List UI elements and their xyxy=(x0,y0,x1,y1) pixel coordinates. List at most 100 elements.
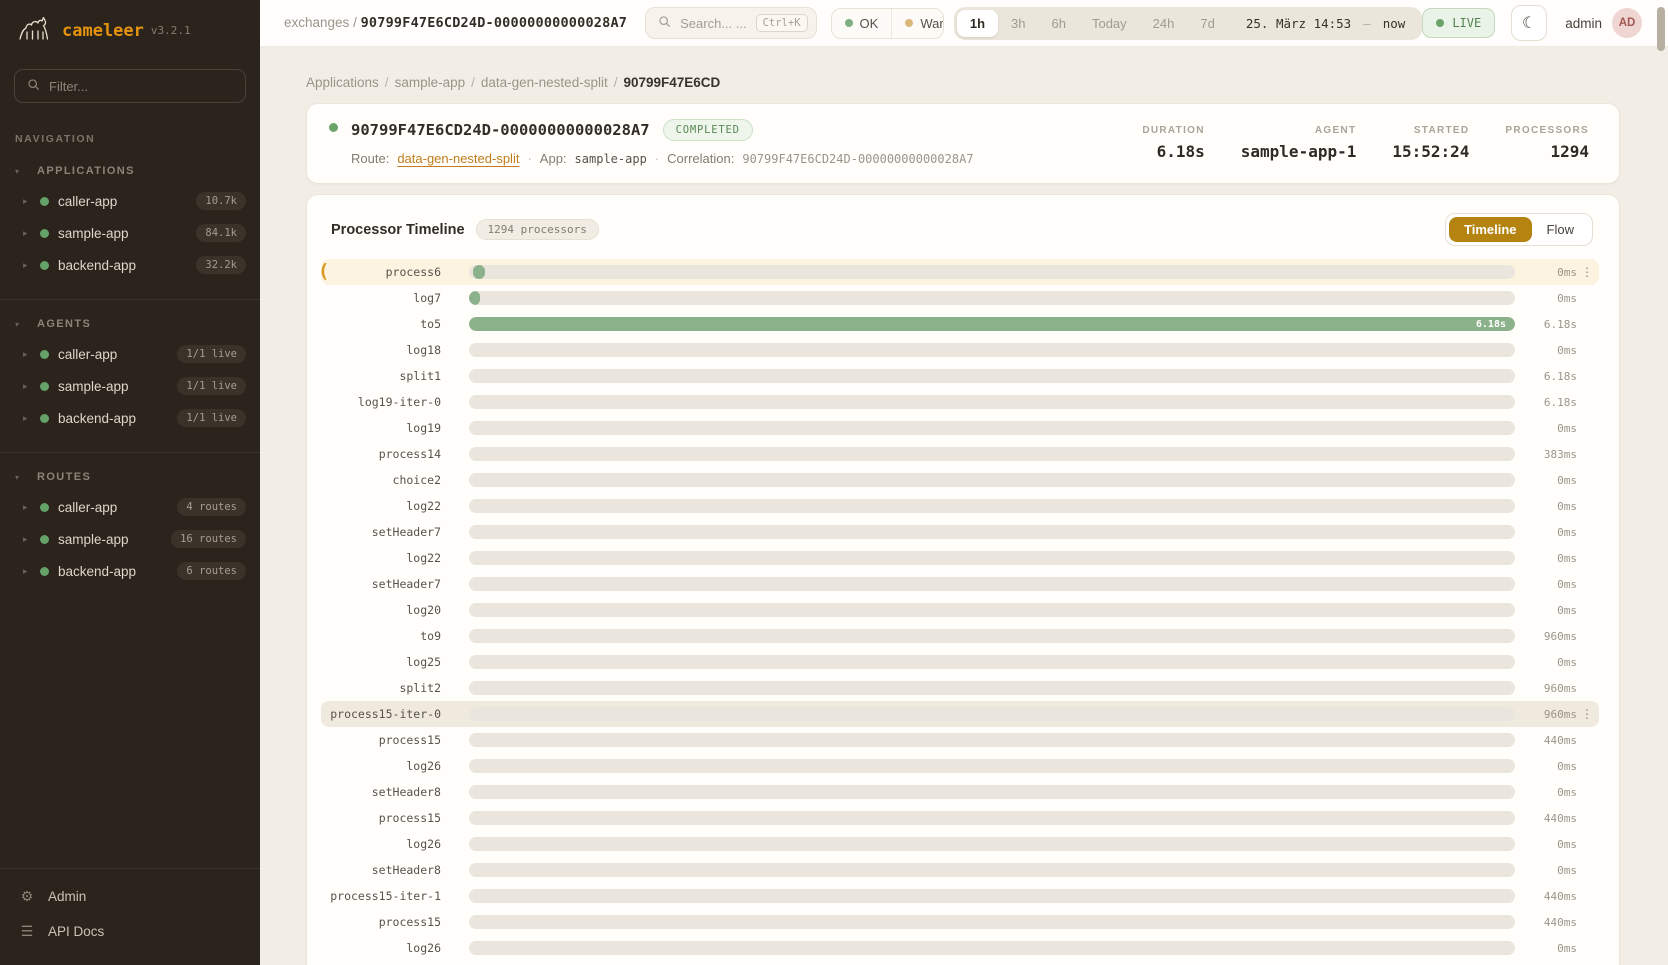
timeline-row[interactable]: log260ms xyxy=(321,831,1599,857)
section-header[interactable]: ▾AGENTS xyxy=(0,314,260,338)
count-badge: 6 routes xyxy=(177,562,246,580)
count-badge: 4 routes xyxy=(177,498,246,516)
processor-name: process15-iter-0 xyxy=(321,707,441,721)
duration-value: 440ms xyxy=(1529,890,1577,903)
sidebar-item-api-docs[interactable]: ☰ API Docs xyxy=(0,914,260,949)
search-input[interactable]: Search... ... Ctrl+K xyxy=(645,7,816,39)
sidebar-filter-input[interactable]: Filter... xyxy=(14,69,246,103)
filter-placeholder: Filter... xyxy=(49,79,88,94)
sidebar-sections: ▾APPLICATIONS▸caller-app10.7k▸sample-app… xyxy=(0,153,260,599)
time-end: now xyxy=(1383,16,1406,31)
timeline-row[interactable]: process15-iter-0960ms⋮ xyxy=(321,701,1599,727)
timeline-row[interactable]: to9960ms xyxy=(321,623,1599,649)
timeline-row[interactable]: log22 0ms xyxy=(321,545,1599,571)
sidebar-item-label: caller-app xyxy=(58,194,117,209)
timeline-row[interactable]: log19-iter-06.18s xyxy=(321,389,1599,415)
time-range-6h[interactable]: 6h xyxy=(1039,10,1079,37)
timeline-row[interactable]: log260ms xyxy=(321,753,1599,779)
timeline-row[interactable]: log220ms xyxy=(321,493,1599,519)
gear-icon: ⚙ xyxy=(19,888,35,905)
timeline-row[interactable]: log180ms xyxy=(321,337,1599,363)
live-badge[interactable]: LIVE xyxy=(1422,8,1495,38)
timeline-row[interactable]: process15440ms xyxy=(321,727,1599,753)
timeline-row[interactable]: log190ms xyxy=(321,415,1599,441)
route-link[interactable]: data-gen-nested-split xyxy=(397,151,519,166)
breadcrumb-root[interactable]: exchanges xyxy=(284,15,349,30)
timeline-row[interactable]: split16.18s xyxy=(321,363,1599,389)
time-range-1h[interactable]: 1h xyxy=(957,10,998,37)
timeline-row[interactable]: log260ms xyxy=(321,935,1599,961)
stat-value: 6.18s xyxy=(1142,142,1204,161)
timeline-row[interactable]: log200ms xyxy=(321,597,1599,623)
breadcrumb-item[interactable]: data-gen-nested-split xyxy=(481,75,608,90)
view-toggle-flow[interactable]: Flow xyxy=(1532,217,1589,242)
sidebar-item-caller-app[interactable]: ▸caller-app4 routes xyxy=(0,491,260,523)
sidebar-item-caller-app[interactable]: ▸caller-app10.7k xyxy=(0,185,260,217)
sidebar-item-sample-app[interactable]: ▸sample-app84.1k xyxy=(0,217,260,249)
app-root: cameleer v3.2.1 Filter... NAVIGATION ▾AP… xyxy=(0,0,1668,965)
section-label: AGENTS xyxy=(37,318,91,330)
timeline-row[interactable]: log250ms xyxy=(321,649,1599,675)
time-range-today[interactable]: Today xyxy=(1079,10,1140,37)
timeline-row[interactable]: setHeader70ms xyxy=(321,571,1599,597)
duration-value: 0ms xyxy=(1529,760,1577,773)
kebab-menu-icon[interactable]: ⋮ xyxy=(1579,707,1595,721)
timeline-row[interactable]: log70ms xyxy=(321,285,1599,311)
timeline-row[interactable]: process14383ms xyxy=(321,441,1599,467)
timeline-row[interactable]: setHeader70ms xyxy=(321,519,1599,545)
timeline-header: Processor Timeline 1294 processors Timel… xyxy=(321,213,1599,246)
processor-name: log19 xyxy=(321,421,441,435)
status-filter-ok[interactable]: OK xyxy=(832,9,892,38)
timeline-row[interactable]: to56.18s6.18s xyxy=(321,311,1599,337)
breadcrumb-item[interactable]: sample-app xyxy=(395,75,466,90)
breadcrumb-item[interactable]: Applications xyxy=(306,75,379,90)
status-dot xyxy=(40,229,49,238)
timeline-row[interactable]: (process60ms⋮ xyxy=(321,259,1599,285)
sidebar-item-label: sample-app xyxy=(58,532,129,547)
sidebar-item-caller-app[interactable]: ▸caller-app1/1 live xyxy=(0,338,260,370)
sidebar-item-backend-app[interactable]: ▸backend-app32.2k xyxy=(0,249,260,281)
timeline-row[interactable]: process15-iter-1440ms xyxy=(321,883,1599,909)
timeline-row[interactable]: process15440ms xyxy=(321,909,1599,935)
chevron-right-icon: ▸ xyxy=(23,196,31,207)
timeline-row[interactable]: choice20ms xyxy=(321,467,1599,493)
status-filter-warn[interactable]: Warn xyxy=(891,9,944,38)
processor-name: log22 xyxy=(321,551,441,565)
time-range-7d[interactable]: 7d xyxy=(1187,10,1227,37)
count-badge: 1/1 live xyxy=(177,409,246,427)
duration-track xyxy=(469,343,1515,357)
app-logo[interactable]: cameleer v3.2.1 xyxy=(0,0,260,59)
duration-value: 0ms xyxy=(1529,552,1577,565)
exchange-info: 90799F47E6CD24D-00000000000028A7 COMPLET… xyxy=(329,119,974,166)
sidebar-item-backend-app[interactable]: ▸backend-app1/1 live xyxy=(0,402,260,434)
sidebar-item-sample-app[interactable]: ▸sample-app16 routes xyxy=(0,523,260,555)
timeline-row[interactable]: setHeader80ms xyxy=(321,857,1599,883)
sidebar-footer-label: API Docs xyxy=(48,924,104,939)
processor-name: setHeader7 xyxy=(321,525,441,539)
timeline-row[interactable]: setHeader80ms xyxy=(321,779,1599,805)
sidebar-item-admin[interactable]: ⚙ Admin xyxy=(0,879,260,914)
sidebar-item-backend-app[interactable]: ▸backend-app6 routes xyxy=(0,555,260,587)
scrollbar-thumb[interactable] xyxy=(1657,7,1665,51)
section-header[interactable]: ▾ROUTES xyxy=(0,467,260,491)
stat-value: 1294 xyxy=(1505,142,1589,161)
sidebar-item-sample-app[interactable]: ▸sample-app1/1 live xyxy=(0,370,260,402)
processor-name: process6 xyxy=(321,265,441,279)
section-header[interactable]: ▾APPLICATIONS xyxy=(0,161,260,185)
duration-value: 0ms xyxy=(1529,578,1577,591)
kebab-menu-icon[interactable]: ⋮ xyxy=(1579,265,1595,279)
processor-name: log22 xyxy=(321,499,441,513)
view-toggle-timeline[interactable]: Timeline xyxy=(1449,217,1532,242)
duration-track xyxy=(469,291,1515,305)
page-breadcrumb: Applications/sample-app/data-gen-nested-… xyxy=(306,75,1620,90)
theme-toggle-button[interactable]: ☾ xyxy=(1511,5,1547,41)
avatar[interactable]: AD xyxy=(1612,8,1642,38)
status-dot-icon xyxy=(845,19,853,27)
duration-track xyxy=(469,577,1515,591)
time-range-3h[interactable]: 3h xyxy=(998,10,1038,37)
time-range-24h[interactable]: 24h xyxy=(1140,10,1188,37)
duration-value: 383ms xyxy=(1529,448,1577,461)
chevron-right-icon: ▸ xyxy=(23,381,31,392)
timeline-row[interactable]: split2960ms xyxy=(321,675,1599,701)
timeline-row[interactable]: process15440ms xyxy=(321,805,1599,831)
